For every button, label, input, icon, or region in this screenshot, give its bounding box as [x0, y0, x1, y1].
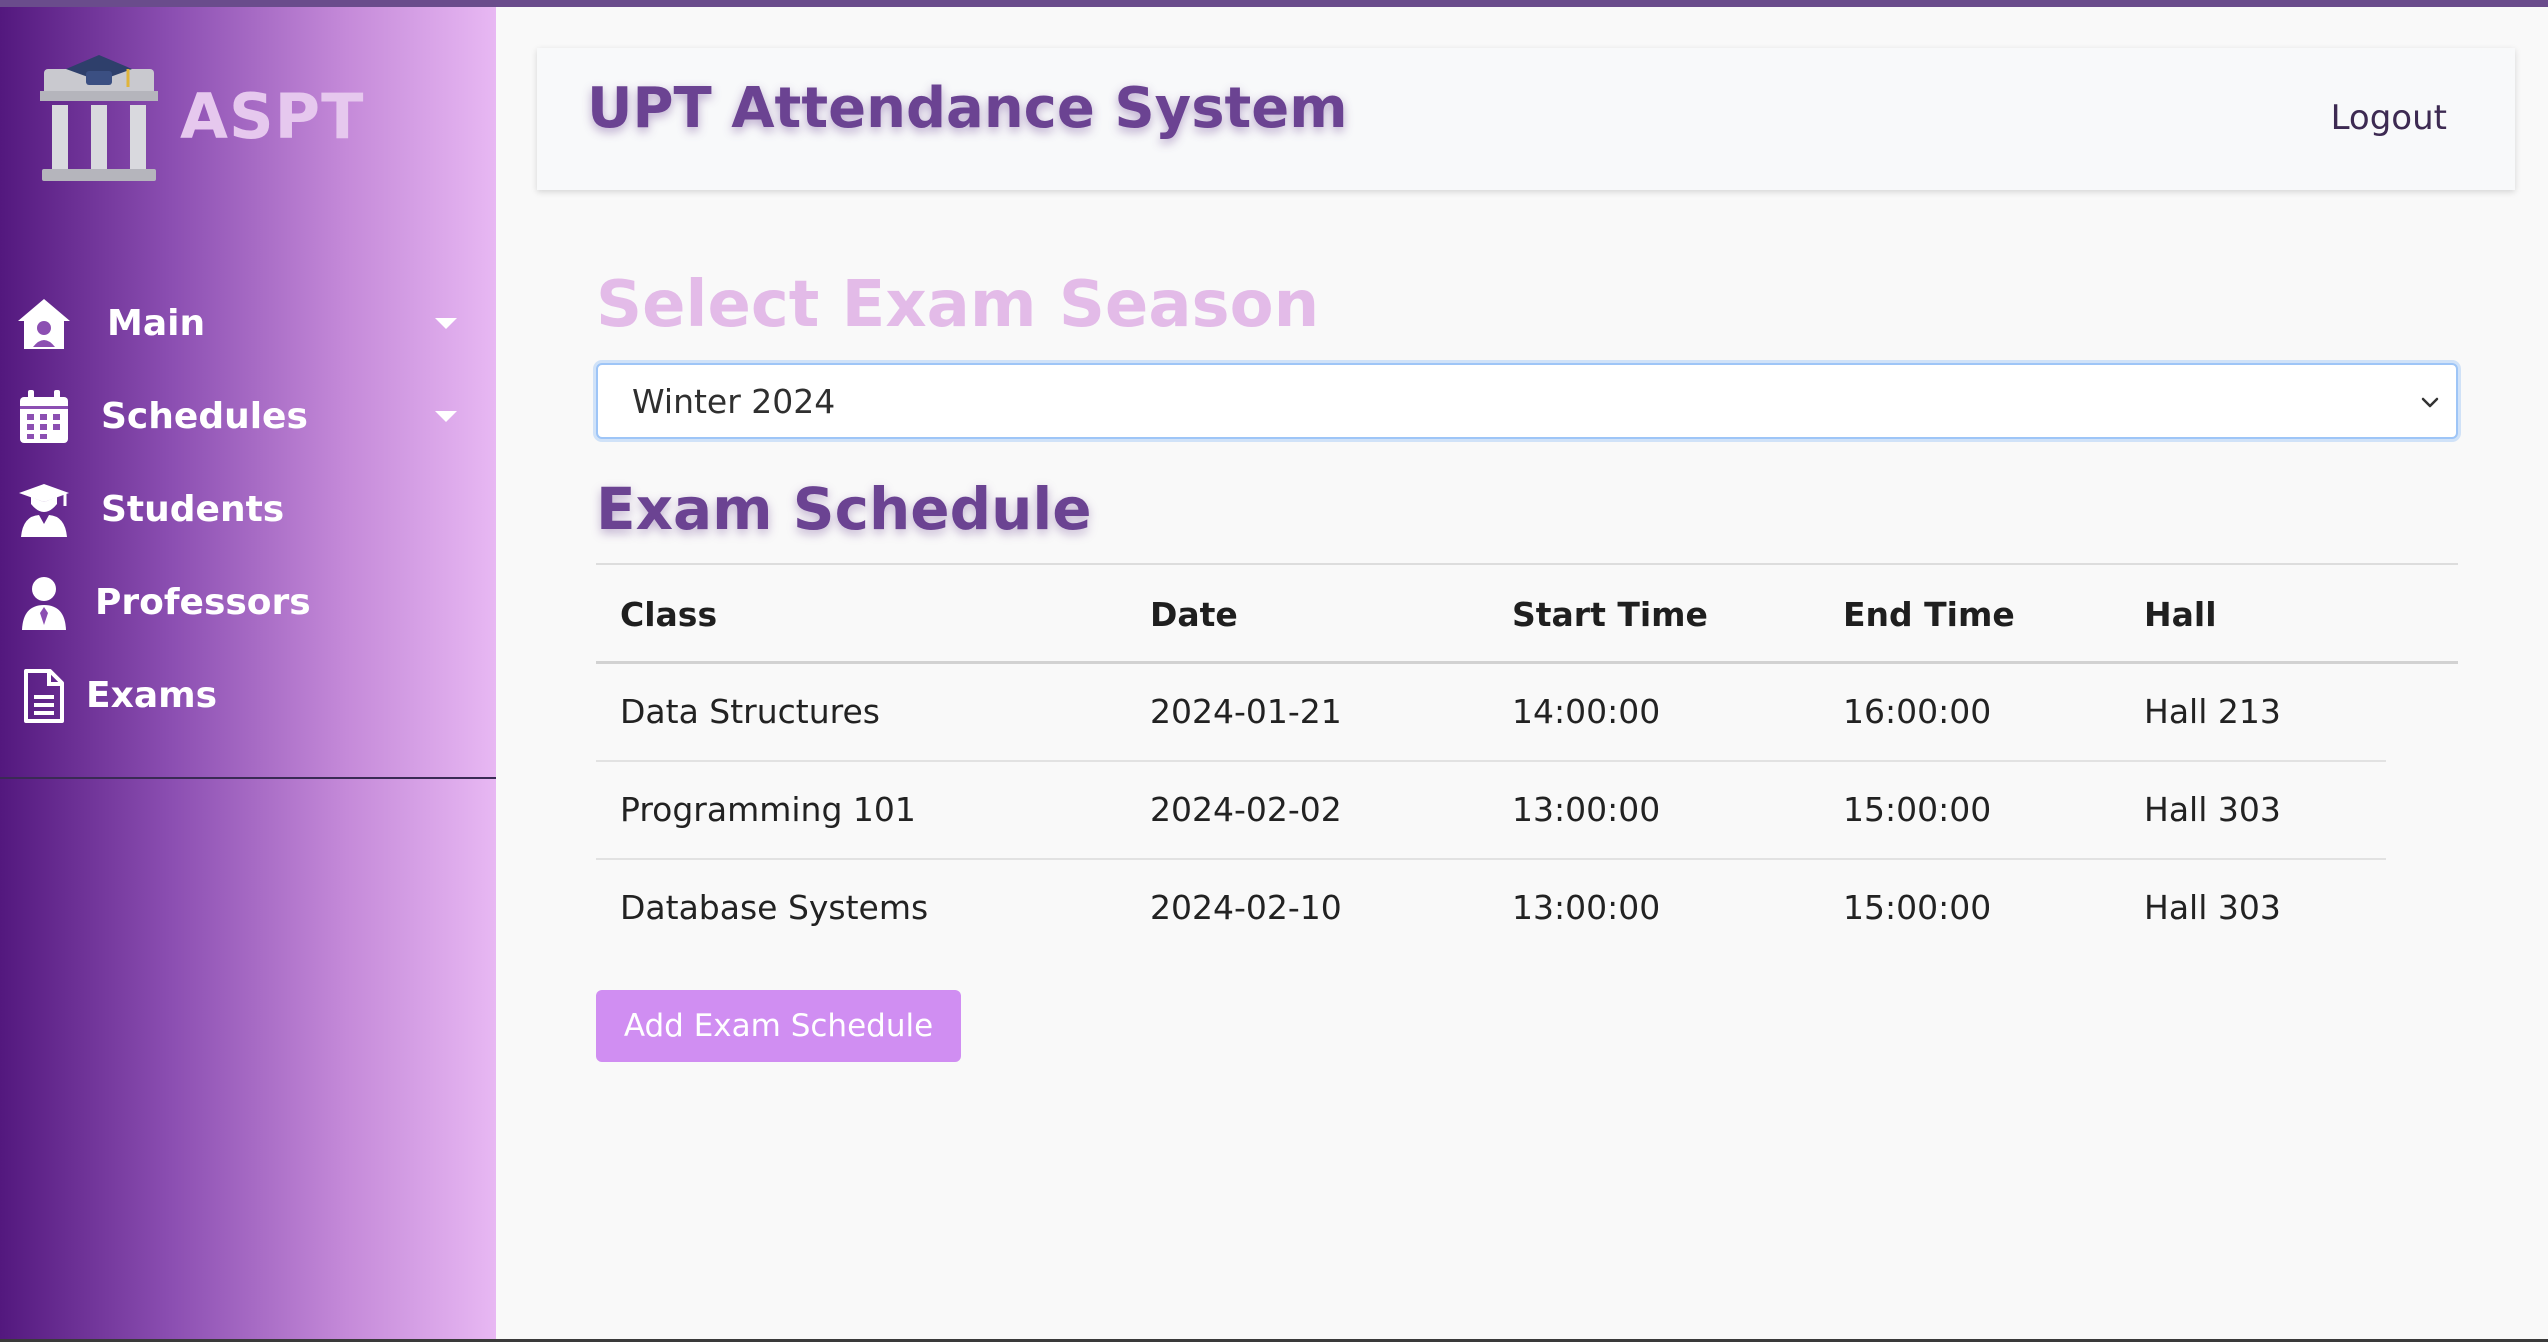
home-icon	[14, 294, 74, 354]
table-row: Programming 101 2024-02-02 13:00:00 15:0…	[596, 762, 2458, 860]
brand[interactable]: ASPT	[36, 47, 364, 185]
cell-start-time: 13:00:00	[1512, 888, 1661, 927]
student-icon	[14, 480, 74, 540]
column-header-date: Date	[1150, 595, 1238, 634]
cell-class: Data Structures	[620, 692, 880, 731]
sidebar-item-label: Main	[107, 303, 206, 344]
page-title: UPT Attendance System	[587, 76, 1348, 141]
chevron-down-icon	[2421, 397, 2439, 408]
sidebar-item-label: Exams	[86, 675, 218, 716]
sidebar: ASPT Main Schedules Students Professors …	[0, 7, 496, 1339]
document-icon	[14, 666, 74, 726]
sidebar-item-students[interactable]: Students	[0, 463, 496, 556]
sidebar-item-main[interactable]: Main	[0, 277, 496, 370]
sidebar-item-label: Professors	[95, 582, 311, 623]
column-header-end-time: End Time	[1843, 595, 2015, 634]
add-exam-schedule-button[interactable]: Add Exam Schedule	[596, 990, 961, 1062]
column-header-class: Class	[620, 595, 718, 634]
top-border	[0, 0, 2548, 7]
cell-hall: Hall 213	[2144, 692, 2281, 731]
table-row: Database Systems 2024-02-10 13:00:00 15:…	[596, 860, 2458, 958]
cell-end-time: 16:00:00	[1843, 692, 1992, 731]
column-header-hall: Hall	[2144, 595, 2217, 634]
sidebar-divider	[0, 777, 496, 779]
university-logo-icon	[40, 55, 158, 181]
user-icon	[14, 573, 74, 633]
sidebar-item-exams[interactable]: Exams	[0, 649, 496, 742]
cell-end-time: 15:00:00	[1843, 790, 1992, 829]
chevron-down-icon	[435, 411, 457, 422]
calendar-icon	[14, 387, 74, 447]
sidebar-item-label: Schedules	[101, 396, 308, 437]
cell-start-time: 13:00:00	[1512, 790, 1661, 829]
season-selected-value: Winter 2024	[632, 381, 836, 421]
cell-hall: Hall 303	[2144, 790, 2281, 829]
table-header: Class Date Start Time End Time Hall	[596, 565, 2458, 661]
logout-link[interactable]: Logout	[2331, 98, 2447, 138]
sidebar-nav: Main Schedules Students Professors Exams	[0, 277, 496, 742]
sidebar-item-schedules[interactable]: Schedules	[0, 370, 496, 463]
cell-class: Database Systems	[620, 888, 929, 927]
top-header: UPT Attendance System Logout	[537, 48, 2515, 190]
cell-date: 2024-02-02	[1150, 790, 1342, 829]
cell-date: 2024-01-21	[1150, 692, 1342, 731]
cell-class: Programming 101	[620, 790, 916, 829]
sidebar-item-label: Students	[101, 489, 285, 530]
chevron-down-icon	[435, 318, 457, 329]
cell-start-time: 14:00:00	[1512, 692, 1661, 731]
sidebar-item-professors[interactable]: Professors	[0, 556, 496, 649]
column-header-start-time: Start Time	[1512, 595, 1708, 634]
schedule-heading: Exam Schedule	[596, 475, 1092, 543]
brand-name: ASPT	[180, 79, 365, 153]
exam-season-select[interactable]: Winter 2024	[596, 363, 2458, 439]
cell-date: 2024-02-10	[1150, 888, 1342, 927]
season-heading: Select Exam Season	[596, 268, 1320, 342]
cell-end-time: 15:00:00	[1843, 888, 1992, 927]
cell-hall: Hall 303	[2144, 888, 2281, 927]
table-row: Data Structures 2024-01-21 14:00:00 16:0…	[596, 664, 2458, 762]
